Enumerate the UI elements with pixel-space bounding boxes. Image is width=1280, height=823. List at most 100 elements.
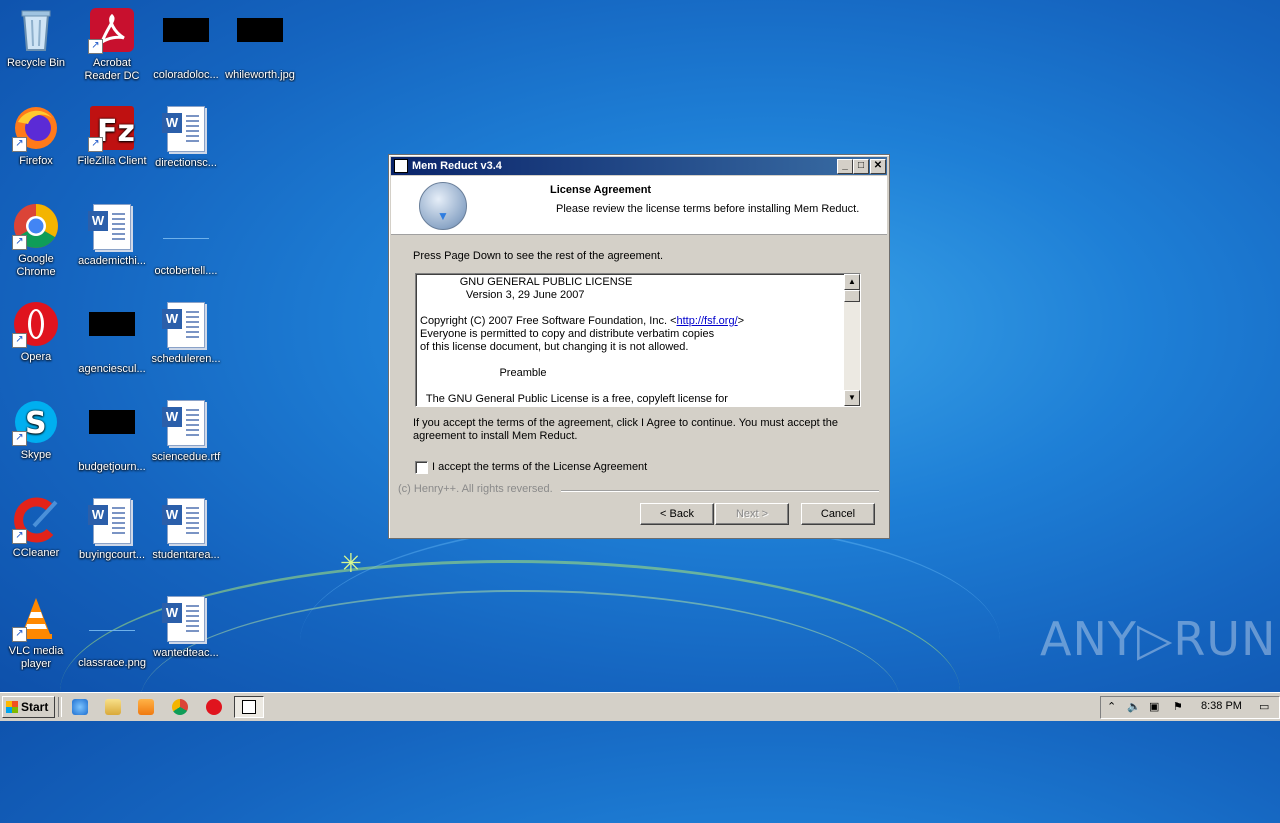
desktop-icon-ccleaner[interactable]: ↗ CCleaner — [0, 496, 72, 560]
taskbar: Start ⌃ 🔈 ▣ ⚑ 8:38 PM ▭ — [0, 692, 1280, 721]
maximize-button[interactable]: □ — [853, 159, 869, 174]
shortcut-arrow-icon: ↗ — [88, 137, 103, 152]
internet-explorer-icon[interactable] — [72, 699, 88, 715]
desktop-icon-acrobat[interactable]: ↗ Acrobat Reader DC — [76, 6, 148, 83]
scroll-down-arrow-icon[interactable]: ▼ — [844, 390, 860, 406]
desktop-icon-opera[interactable]: ↗ Opera — [0, 300, 72, 364]
start-button[interactable]: Start — [2, 696, 55, 718]
back-button[interactable]: < Back — [640, 503, 714, 525]
shortcut-arrow-icon: ↗ — [12, 529, 27, 544]
ccleaner-icon: ↗ — [12, 496, 60, 544]
skype-icon: S ↗ — [12, 398, 60, 446]
desktop-icon-file[interactable]: W buyingcourt... — [76, 496, 148, 562]
header-subtitle: Please review the license terms before i… — [556, 203, 860, 215]
desktop-icon-vlc[interactable]: ↗ VLC media player — [0, 594, 72, 671]
desktop-icon-file[interactable]: agenciescul... — [76, 300, 148, 376]
desktop-icon-label: Google Chrome — [16, 253, 56, 278]
desktop-icon-label: octobertell.... — [154, 265, 218, 277]
license-scrollbar[interactable]: ▲ ▼ — [844, 274, 860, 406]
minimize-button[interactable]: _ — [837, 159, 853, 174]
word-document-icon: W — [162, 302, 210, 350]
start-label: Start — [21, 700, 49, 714]
image-thumbnail-icon — [88, 312, 136, 360]
file-explorer-icon[interactable] — [105, 699, 121, 715]
desktop-icon-file[interactable]: coloradoloc... — [150, 6, 222, 82]
scroll-up-arrow-icon[interactable]: ▲ — [844, 274, 860, 290]
show-desktop-icon[interactable]: ▭ — [1259, 700, 1269, 713]
desktop-icon-label: whileworth.jpg — [225, 69, 295, 81]
wallpaper-sparkle-icon: ✳ — [340, 548, 362, 578]
word-document-icon: W — [162, 596, 210, 644]
installer-window: Mem Reduct v3.4 _ □ ✕ ▼ License Agreemen… — [388, 154, 890, 539]
shortcut-arrow-icon: ↗ — [12, 137, 27, 152]
desktop-icon-file[interactable]: octobertell.... — [150, 202, 222, 278]
acrobat-icon: ↗ — [88, 6, 136, 54]
action-center-flag-icon[interactable]: ⚑ — [1173, 700, 1183, 713]
show-hidden-icons-icon[interactable]: ⌃ — [1107, 700, 1116, 713]
image-thumbnail-icon — [88, 606, 136, 654]
word-document-icon: W — [162, 106, 210, 154]
desktop-icon-skype[interactable]: S ↗ Skype — [0, 398, 72, 462]
shortcut-arrow-icon: ↗ — [88, 39, 103, 54]
scroll-thumb[interactable] — [844, 290, 860, 302]
desktop-icon-label: coloradoloc... — [153, 69, 219, 81]
desktop-icon-label: directionsc... — [155, 157, 217, 169]
desktop-icon-file[interactable]: W scheduleren... — [150, 300, 222, 366]
word-document-icon: W — [162, 498, 210, 546]
volume-icon[interactable]: 🔈 — [1127, 700, 1141, 713]
desktop-icon-file[interactable]: W wantedteac... — [150, 594, 222, 660]
accept-license-label[interactable]: I accept the terms of the License Agreem… — [432, 461, 647, 473]
firefox-icon: ↗ — [12, 104, 60, 152]
windows-logo-icon — [6, 701, 18, 713]
opera-taskbar-icon[interactable] — [206, 699, 222, 715]
desktop-icon-file[interactable]: whileworth.jpg — [224, 6, 296, 82]
chrome-taskbar-icon[interactable] — [172, 699, 188, 715]
accept-license-checkbox[interactable] — [415, 461, 428, 474]
desktop-icon-label: Recycle Bin — [6, 57, 66, 69]
desktop-icon-label: Acrobat Reader DC — [84, 57, 140, 82]
desktop-icon-recycle-bin[interactable]: Recycle Bin — [0, 6, 72, 70]
desktop-icon-file[interactable]: W sciencedue.rtf — [150, 398, 222, 464]
desktop-icon-label: agenciescul... — [78, 363, 146, 375]
chrome-icon: ↗ — [12, 202, 60, 250]
desktop-icon-file[interactable]: W academicthi... — [76, 202, 148, 268]
desktop-icon-label: academicthi... — [78, 255, 146, 267]
app-icon — [394, 159, 408, 173]
image-thumbnail-icon — [162, 214, 210, 262]
desktop-icon-label: wantedteac... — [153, 647, 219, 659]
media-player-icon[interactable] — [138, 699, 154, 715]
desktop-icon-label: buyingcourt... — [78, 549, 146, 561]
license-text: GNU GENERAL PUBLIC LICENSE Version 3, 29… — [420, 276, 745, 405]
desktop-icon-label: CCleaner — [12, 547, 60, 559]
taskbar-mem-reduct-button[interactable] — [234, 696, 264, 718]
desktop-icon-label: Opera — [20, 351, 52, 363]
divider — [561, 490, 879, 492]
desktop-icon-chrome[interactable]: ↗ Google Chrome — [0, 202, 72, 279]
close-button[interactable]: ✕ — [870, 159, 886, 174]
desktop-icon-label: FileZilla Client — [77, 155, 147, 167]
desktop-icon-file[interactable]: classrace.png — [76, 594, 148, 670]
title-bar[interactable]: Mem Reduct v3.4 _ □ ✕ — [391, 157, 887, 175]
license-text-area[interactable]: GNU GENERAL PUBLIC LICENSE Version 3, 29… — [415, 273, 861, 407]
instruction-text: Press Page Down to see the rest of the a… — [413, 250, 664, 262]
image-thumbnail-icon — [236, 18, 284, 66]
cancel-button[interactable]: Cancel — [801, 503, 875, 525]
shortcut-arrow-icon: ↗ — [12, 333, 27, 348]
next-button[interactable]: Next > — [715, 503, 789, 525]
network-icon[interactable]: ▣ — [1149, 700, 1159, 713]
desktop-icon-label: studentarea... — [152, 549, 220, 561]
desktop-icon-file[interactable]: W studentarea... — [150, 496, 222, 562]
vlc-icon: ↗ — [12, 594, 60, 642]
desktop-icon-filezilla[interactable]: Fz ↗ FileZilla Client — [76, 104, 148, 168]
shortcut-arrow-icon: ↗ — [12, 235, 27, 250]
header-title: License Agreement — [550, 184, 652, 196]
desktop-icon-label: scheduleren... — [151, 353, 221, 365]
fsf-link[interactable]: http://fsf.org/ — [677, 315, 738, 327]
divider — [58, 697, 62, 717]
anyrun-watermark: ANY▷RUN — [1040, 612, 1277, 666]
desktop-icon-file[interactable]: budgetjourn... — [76, 398, 148, 474]
desktop-icon-firefox[interactable]: ↗ Firefox — [0, 104, 72, 168]
mem-reduct-logo-icon: ▼ — [419, 182, 467, 230]
clock[interactable]: 8:38 PM — [1201, 700, 1242, 712]
desktop-icon-file[interactable]: W directionsc... — [150, 104, 222, 170]
